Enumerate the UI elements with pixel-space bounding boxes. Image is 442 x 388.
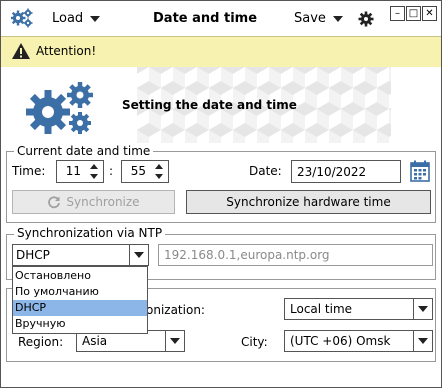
save-menu-button[interactable]: Save [294, 11, 343, 27]
attention-bar: Attention! [1, 36, 441, 68]
titlebar: Load Date and time Save – □ ✕ [1, 1, 441, 35]
load-menu-button[interactable]: Load [52, 11, 101, 27]
sync-mode-label: onization: [146, 303, 205, 317]
save-label: Save [294, 11, 326, 26]
dropdown-arrow[interactable] [129, 245, 148, 265]
minute-spinner[interactable]: 55 [121, 160, 169, 183]
ntp-mode-dropdown-list: Остановлено По умолчанию DHCP Вручную [12, 266, 148, 334]
refresh-icon [47, 195, 61, 209]
synchronize-label: Synchronize [66, 195, 140, 209]
dropdown-arrow[interactable] [413, 299, 432, 319]
option-default[interactable]: По умолчанию [13, 284, 147, 300]
ntp-servers-input[interactable]: 192.168.0.1,europa.ntp.org [158, 244, 433, 266]
chevron-down-icon [134, 252, 144, 258]
chevron-down-icon [418, 306, 428, 312]
synchronize-button[interactable]: Synchronize [12, 190, 175, 214]
arrow-down-icon[interactable] [89, 173, 98, 179]
time-sync-select[interactable]: Local time [284, 298, 433, 320]
city-value: (UTC +06) Omsk [290, 334, 391, 348]
window-title: Date and time [153, 11, 258, 26]
time-label: Time: [12, 164, 46, 178]
date-label: Date: [249, 164, 282, 178]
calendar-icon[interactable] [410, 160, 430, 185]
gear-icon[interactable] [358, 11, 374, 30]
hour-value: 11 [65, 164, 81, 178]
arrow-up-icon[interactable] [89, 164, 98, 170]
date-value: 23/10/2022 [297, 164, 367, 179]
option-stopped[interactable]: Остановлено [13, 268, 147, 284]
ntp-mode-value: DHCP [16, 248, 50, 262]
minute-value: 55 [130, 164, 146, 178]
banner-title: Setting the date and time [122, 98, 297, 112]
ntp-legend: Synchronization via NTP [14, 226, 166, 240]
dropdown-arrow[interactable] [413, 331, 432, 351]
settings-app-icon [10, 8, 33, 31]
chevron-down-icon [170, 338, 180, 344]
region-label: Region: [18, 335, 64, 349]
attention-text: Attention! [36, 44, 97, 58]
maximize-button[interactable]: □ [406, 6, 421, 21]
option-dhcp[interactable]: DHCP [13, 300, 147, 316]
hour-stepper[interactable] [85, 162, 102, 181]
current-datetime-legend: Current date and time [14, 144, 154, 158]
ntp-mode-select[interactable]: DHCP [12, 244, 149, 266]
time-sync-value: Local time [290, 302, 353, 316]
region-value: Asia [82, 334, 108, 348]
option-manual[interactable]: Вручную [13, 316, 147, 332]
chevron-down-icon [90, 16, 101, 22]
sync-hardware-button[interactable]: Synchronize hardware time [186, 190, 431, 214]
time-separator: : [109, 164, 114, 178]
warning-icon [11, 42, 31, 63]
date-input[interactable]: 23/10/2022 [291, 160, 401, 183]
minimize-button[interactable]: – [390, 6, 405, 21]
settings-gears-icon [26, 79, 98, 140]
minute-stepper[interactable] [150, 162, 167, 181]
ntp-servers-value: 192.168.0.1,europa.ntp.org [164, 248, 330, 262]
arrow-down-icon[interactable] [154, 173, 163, 179]
city-select[interactable]: (UTC +06) Omsk [284, 330, 433, 352]
dropdown-arrow[interactable] [165, 331, 184, 351]
load-label: Load [52, 11, 84, 26]
arrow-up-icon[interactable] [154, 164, 163, 170]
date-time-window: Load Date and time Save – □ ✕ Attention! [0, 0, 442, 388]
chevron-down-icon [418, 338, 428, 344]
sync-hardware-label: Synchronize hardware time [226, 195, 391, 209]
city-label: City: [241, 335, 268, 349]
hour-spinner[interactable]: 11 [56, 160, 104, 183]
close-button[interactable]: ✕ [422, 6, 437, 21]
chevron-down-icon [332, 16, 343, 22]
header-banner: Setting the date and time [1, 67, 441, 143]
